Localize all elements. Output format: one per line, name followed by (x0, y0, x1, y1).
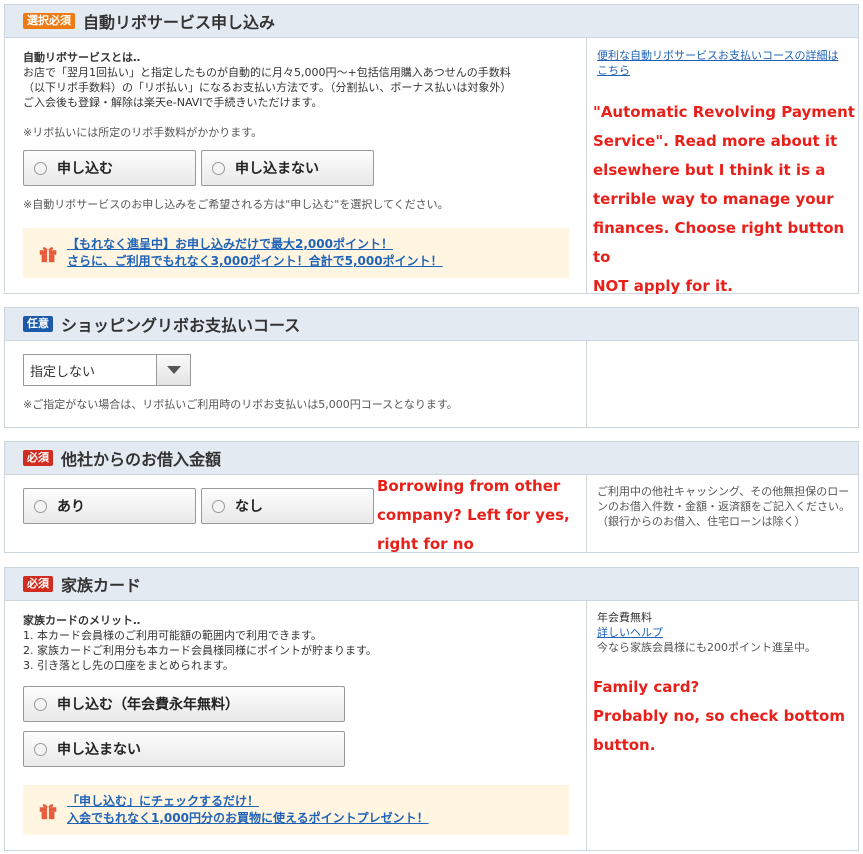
borrow-side-line-2: ンのお借入件数・金額・返済額をご記入ください。 (597, 500, 850, 513)
required-badge: 必須 (23, 450, 53, 466)
optional-badge: 任意 (23, 316, 53, 332)
revo-header: 選択必須 自動リボサービス申し込み (5, 5, 858, 38)
radio-circle-icon (34, 697, 47, 711)
borrow-yes-radio[interactable]: あり (23, 488, 196, 524)
course-header: 任意 ショッピングリボお支払いコース (5, 308, 858, 341)
course-note: ※ご指定がない場合は、リボ払いご利用時のリボお支払いは5,000円コースとなりま… (23, 398, 458, 411)
annotation-line: Borrowing from other (377, 477, 561, 495)
radio-circle-icon (34, 742, 47, 756)
revo-main: 自動リボサービスとは‥ お店で「翌月1回払い」と指定したものが自動的に月々5,0… (5, 38, 587, 293)
family-promo-link-1[interactable]: 「申し込む」にチェックするだけ！ (67, 794, 259, 808)
course-side (587, 341, 858, 427)
borrow-header: 必須 他社からのお借入金額 (5, 442, 858, 475)
family-header: 必須 家族カード (5, 568, 858, 601)
borrow-yes-label: あり (57, 499, 85, 515)
radio-circle-icon (212, 161, 225, 175)
borrow-main: あり なし Borrowing from other company? Left… (5, 475, 587, 553)
course-main: 指定しない ※ご指定がない場合は、リボ払いご利用時のリボお支払いは5,000円コ… (5, 341, 587, 427)
annotation-line: button. (593, 736, 656, 754)
borrow-no-radio[interactable]: なし (201, 488, 374, 524)
annotation-line: company? Left for yes, (377, 506, 570, 524)
revo-intro-line-1: お店で「翌月1回払い」と指定したものが自動的に月々5,000円〜+包括信用購入あ… (23, 66, 511, 79)
required-badge: 必須 (23, 576, 53, 592)
family-section: 必須 家族カード 家族カードのメリット‥ 1. 本カード会員様のご利用可能額の範… (4, 567, 859, 851)
course-section: 任意 ショッピングリボお支払いコース 指定しない ※ご指定がない場合は、リボ払い… (4, 307, 859, 428)
revo-title: 自動リボサービス申し込み (83, 13, 276, 32)
family-merit-2: 2. 家族カードご利用分も本カード会員様同様にポイントが貯まります。 (23, 644, 377, 657)
borrow-side: ご利用中の他社キャッシング、その他無担保のロー ンのお借入件数・金額・返済額をご… (587, 475, 858, 552)
family-fee-label: 年会費無料 (597, 611, 652, 624)
borrow-no-label: なし (235, 499, 263, 515)
revo-promo-link-1[interactable]: 【もれなく進呈中】お申し込みだけで最大2,000ポイント！ (67, 237, 393, 251)
family-decline-radio[interactable]: 申し込まない (23, 731, 345, 767)
revo-intro-line-2: （以下リボ手数料）の「リボ払い」になるお支払い方法です。（分割払い、ボーナス払い… (23, 81, 512, 94)
revo-decline-radio[interactable]: 申し込まない (201, 150, 374, 186)
revo-annotation: "Automatic Revolving Payment Service". R… (593, 98, 858, 301)
borrow-title: 他社からのお借入金額 (61, 450, 222, 469)
revo-apply-radio[interactable]: 申し込む (23, 150, 196, 186)
course-select-value: 指定しない (30, 364, 96, 380)
annotation-line: finances. Choose right button to (593, 219, 845, 266)
revo-details-link[interactable]: 便利な自動リボサービスお支払いコースの詳細はこちら (597, 48, 847, 78)
required-choice-badge: 選択必須 (23, 13, 75, 29)
radio-circle-icon (34, 161, 47, 175)
family-apply-label: 申し込む（年会費永年無料） (57, 697, 239, 713)
family-main: 家族カードのメリット‥ 1. 本カード会員様のご利用可能額の範囲内で利用できます… (5, 601, 587, 850)
family-side-note: 今なら家族会員様にも200ポイント進呈中。 (597, 641, 816, 654)
course-title: ショッピングリボお支払いコース (61, 316, 301, 335)
family-merit-3: 3. 引き落とし先の口座をまとめられます。 (23, 659, 234, 672)
annotation-line: right for no (377, 535, 474, 553)
family-apply-radio[interactable]: 申し込む（年会費永年無料） (23, 686, 345, 722)
family-merit-1: 1. 本カード会員様のご利用可能額の範囲内で利用できます。 (23, 629, 322, 642)
annotation-line: NOT apply for it. (593, 277, 733, 295)
revo-promo-link-2[interactable]: さらに、ご利用でもれなく3,000ポイント！合計で5,000ポイント！ (67, 254, 443, 268)
revo-promo-box: 【もれなく進呈中】お申し込みだけで最大2,000ポイント！ さらに、ご利用でもれ… (23, 228, 569, 278)
family-help-link[interactable]: 詳しいヘルプ (597, 625, 663, 640)
gift-icon (39, 247, 57, 263)
annotation-line: Service". Read more about it (593, 132, 838, 150)
annotation-line: terrible way to manage your (593, 190, 834, 208)
course-select[interactable]: 指定しない (23, 354, 191, 386)
revo-section: 選択必須 自動リボサービス申し込み 自動リボサービスとは‥ お店で「翌月1回払い… (4, 4, 859, 295)
radio-circle-icon (34, 499, 47, 513)
radio-circle-icon (212, 499, 225, 513)
revo-intro-line-3: ご入会後も登録・解除は楽天e-NAVIで手続きいただけます。 (23, 96, 323, 109)
revo-choice-note: ※自動リボサービスのお申し込みをご希望される方は"申し込む"を選択してください。 (23, 198, 449, 211)
revo-side: 便利な自動リボサービスお支払いコースの詳細はこちら "Automatic Rev… (587, 38, 858, 295)
borrow-side-line-3: （銀行からのお借入、住宅ローンは除く） (597, 515, 806, 528)
family-annotation: Family card? Probably no, so check botto… (593, 673, 845, 760)
family-title: 家族カード (61, 576, 142, 595)
borrow-side-line-1: ご利用中の他社キャッシング、その他無担保のロー (597, 485, 850, 498)
revo-decline-label: 申し込まない (235, 161, 319, 177)
family-side: 年会費無料 詳しいヘルプ 今なら家族会員様にも200ポイント進呈中。 Famil… (587, 601, 858, 850)
annotation-line: "Automatic Revolving Payment (593, 103, 855, 121)
annotation-line: elsewhere but I think it is a (593, 161, 826, 179)
revo-fee-note: ※リボ払いには所定のリボ手数料がかかります。 (23, 126, 263, 139)
chevron-down-icon[interactable] (156, 355, 190, 385)
family-promo-link-2[interactable]: 入会でもれなく1,000円分のお買物に使えるポイントプレゼント！ (67, 811, 429, 825)
borrow-annotation: Borrowing from other company? Left for y… (377, 472, 570, 559)
annotation-line: Probably no, so check bottom (593, 707, 845, 725)
revo-apply-label: 申し込む (57, 161, 113, 177)
borrow-section: 必須 他社からのお借入金額 あり なし Borrowing from other… (4, 441, 859, 553)
family-decline-label: 申し込まない (57, 742, 141, 758)
annotation-line: Family card? (593, 678, 700, 696)
family-promo-box: 「申し込む」にチェックするだけ！ 入会でもれなく1,000円分のお買物に使えるポ… (23, 785, 569, 835)
gift-icon (39, 804, 57, 820)
family-merit-heading: 家族カードのメリット‥ (23, 614, 141, 627)
revo-intro-heading: 自動リボサービスとは‥ (23, 51, 141, 64)
